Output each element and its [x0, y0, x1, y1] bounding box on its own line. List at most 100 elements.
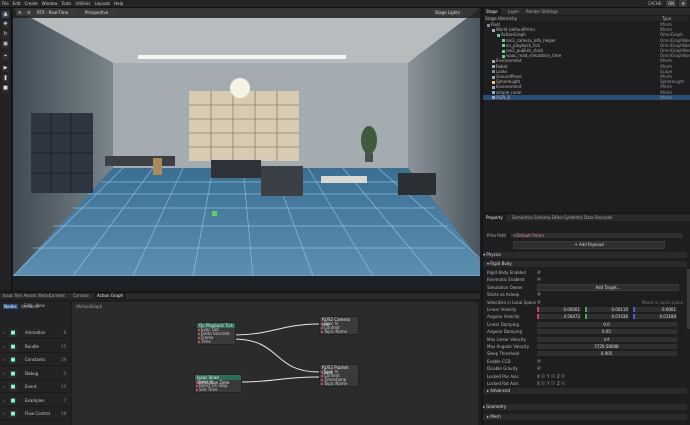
menu-file[interactable]: File [0, 0, 11, 7]
chevron-right-icon[interactable]: › [3, 369, 5, 379]
axis-lock-checkbox[interactable] [551, 381, 555, 385]
menu-utilities[interactable]: Utilities [73, 0, 92, 7]
axis-lock-checkbox[interactable] [561, 381, 565, 385]
rotate-icon[interactable]: ↻ [2, 31, 9, 38]
chevron-right-icon[interactable]: › [3, 355, 5, 365]
property-row: Angular Velocity 4.56472 0.07436 0.01189 [483, 313, 687, 320]
number-field[interactable]: 0.0 [537, 321, 677, 327]
snap-icon[interactable]: ⌖ [2, 53, 9, 60]
menu-help[interactable]: Help [112, 0, 125, 7]
tab-property[interactable]: Property [483, 214, 506, 221]
tab-console[interactable]: Console [70, 293, 92, 299]
scale-icon[interactable]: ▣ [2, 41, 9, 48]
property-row: Max Linear Velocity inf [483, 336, 687, 343]
add-payload-button[interactable]: + Add Payload [513, 241, 665, 249]
rigid-body-section[interactable]: ▾ Rigid Body [483, 261, 687, 267]
menu-window[interactable]: Window [40, 0, 60, 7]
property-checkbox[interactable]: ✓ [537, 299, 541, 304]
graph-node-port[interactable]: Topic Name [320, 382, 358, 386]
property-row: Simulation Owner Add Target... [483, 283, 687, 291]
move-icon[interactable]: ✥ [2, 21, 9, 28]
stage-lights-dropdown[interactable]: Stage Lights [433, 10, 463, 16]
viewport[interactable] [13, 8, 480, 290]
tab-synthetic-data[interactable]: Synthetic Data Recorder [561, 214, 616, 221]
menu-create[interactable]: Create [22, 0, 39, 7]
stage-row[interactable]: OGN_B Xform [483, 94, 690, 100]
chevron-right-icon[interactable]: › [3, 382, 5, 392]
stage-row-type: Xform [660, 94, 673, 100]
prim-type-icon [492, 80, 495, 84]
vector-field-z[interactable]: 0.0001 [633, 307, 677, 312]
graph-node[interactable]: Isaac Read Simulation Time Exec In Reset O… [194, 374, 242, 393]
category-item[interactable]: › ■ Event 14 [1, 382, 68, 393]
vector-field-z[interactable]: 0.01189 [633, 314, 677, 320]
graph-edit-button[interactable]: Edit [24, 303, 32, 308]
graph-node[interactable]: ROS2 Camera Info Exec In Context Topic Name [319, 316, 359, 335]
mesh-section[interactable]: ▸ Mesh [483, 414, 687, 420]
axis-lock-checkbox[interactable] [541, 373, 545, 378]
chevron-right-icon[interactable]: › [3, 409, 5, 419]
category-item[interactable]: › ■ Bundle 15 [1, 342, 68, 353]
graph-node-port[interactable]: Sim Time [195, 388, 241, 392]
menu-tools[interactable]: Tools [60, 0, 74, 7]
prim-path-field[interactable]: <Default Prim> [511, 233, 683, 238]
chevron-right-icon[interactable]: › [3, 328, 5, 338]
tab-layer[interactable]: Layer [505, 8, 522, 15]
number-field[interactable]: 0.005 [537, 351, 677, 357]
settings-icon[interactable]: ⚙ [679, 0, 687, 7]
property-checkbox[interactable]: ✓ [537, 270, 541, 274]
category-label: Constants [25, 357, 46, 362]
number-field[interactable]: inf [537, 336, 677, 342]
graph-node-port[interactable]: Time [197, 340, 235, 344]
axis-lock-checkbox[interactable] [541, 381, 545, 385]
physics-section[interactable]: ▾ Physics [483, 252, 687, 258]
play-icon[interactable]: ▶ [2, 65, 9, 72]
tab-action-graph[interactable]: Action Graph [94, 293, 127, 299]
graph-canvas[interactable]: /ActionGraph On Playback Tick Exec Out Del… [72, 302, 478, 425]
number-field[interactable]: 5729.58008 [537, 344, 677, 349]
render-mode-dropdown[interactable]: RTX - Real-Time [35, 10, 75, 16]
property-checkbox[interactable]: ✓ [537, 292, 541, 297]
category-count: 3 [63, 370, 66, 376]
axis-label: Y [547, 373, 550, 379]
vector-field-x[interactable]: 4.56472 [537, 314, 581, 320]
viewport-menu-icon[interactable]: ☰ [25, 10, 34, 16]
tab-semantics[interactable]: Semantics Schema Editor [509, 214, 566, 221]
axis-lock-checkbox[interactable] [561, 373, 565, 378]
category-item[interactable]: › ■ Animation 8 [1, 328, 68, 339]
advanced-section[interactable]: ▸ Advanced [483, 388, 687, 394]
category-item[interactable]: › ■ Constants 19 [1, 355, 68, 366]
category-item[interactable]: › ■ Flow Control 18 [1, 409, 68, 420]
stop-icon[interactable]: ■ [2, 85, 9, 92]
tab-content[interactable]: Content [46, 293, 68, 299]
graph-node[interactable]: ROS2 Publish Clock Exec In Context Timestam… [319, 364, 359, 387]
category-item[interactable]: › ■ Examples 7 [1, 396, 68, 407]
pause-icon[interactable]: ❚ [2, 75, 9, 82]
graph-new-button[interactable]: New [36, 303, 45, 308]
vector-field-y[interactable]: 0.00110 [585, 307, 629, 312]
select-icon[interactable]: ▲ [2, 11, 9, 18]
axis-lock-checkbox[interactable] [551, 373, 555, 378]
tab-render-settings[interactable]: Render Settings [523, 8, 561, 15]
menu-layouts[interactable]: Layouts [92, 0, 112, 7]
number-field[interactable]: 0.05 [537, 329, 677, 335]
chevron-right-icon[interactable]: › [3, 396, 5, 406]
graph-node[interactable]: On Playback Tick Exec Out Delta Seconds Fra… [196, 322, 236, 345]
viewport-settings-icon[interactable]: ⚙ [16, 10, 25, 16]
add-target-button[interactable]: Add Target... [537, 283, 679, 291]
vector-field-y[interactable]: 0.07436 [585, 314, 629, 320]
category-count: 15 [60, 343, 66, 349]
camera-dropdown[interactable]: Perspective [83, 10, 117, 16]
property-checkbox[interactable]: ✓ [537, 358, 541, 363]
property-checkbox[interactable]: ✓ [537, 366, 541, 371]
cache-toggle[interactable]: ON [665, 0, 677, 7]
geometry-section[interactable]: ▸ Geometry [483, 404, 687, 410]
vector-field-x[interactable]: 0.00001 [537, 307, 581, 312]
tab-nodes[interactable]: Nodes [3, 304, 18, 309]
tab-stage[interactable]: Stage [483, 8, 501, 15]
chevron-right-icon[interactable]: › [3, 342, 5, 352]
menu-edit[interactable]: Edit [11, 0, 23, 7]
property-checkbox[interactable]: ✓ [537, 277, 541, 282]
category-item[interactable]: › ■ Debug 3 [1, 369, 68, 380]
graph-node-port[interactable]: Topic Name [320, 330, 358, 334]
